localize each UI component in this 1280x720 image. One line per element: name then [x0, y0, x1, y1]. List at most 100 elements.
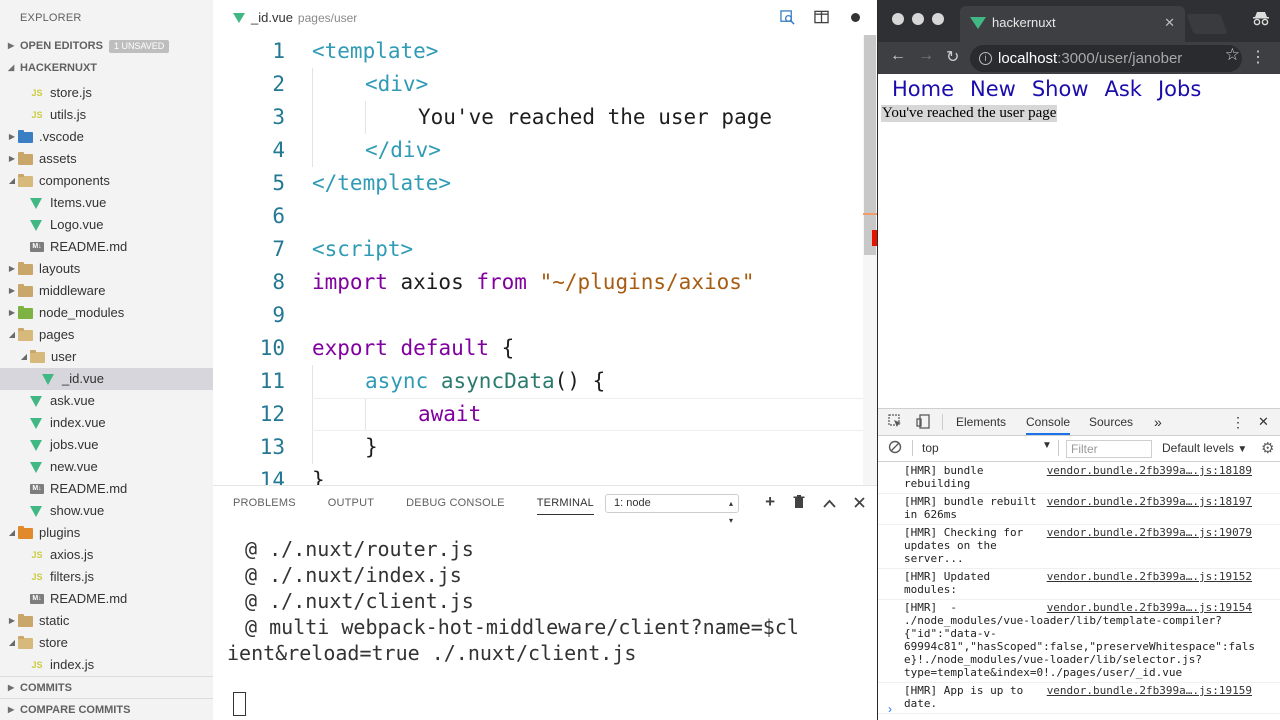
devtools-tab-sources[interactable]: Sources: [1089, 409, 1133, 435]
code-line[interactable]: 1 <template>: [213, 35, 863, 68]
forward-arrow-icon[interactable]: →: [918, 47, 934, 65]
tree-item[interactable]: M↓ README.md: [0, 588, 213, 610]
compare-commits-section[interactable]: ▶ COMPARE COMMITS: [0, 698, 213, 720]
tree-item[interactable]: M↓ README.md: [0, 236, 213, 258]
editor-scroll-thumb[interactable]: [864, 35, 876, 255]
terminal-output[interactable]: @ ./.nuxt/router.js @ ./.nuxt/index.js @…: [227, 536, 799, 666]
code-line[interactable]: 14}: [213, 464, 863, 485]
devtools-menu-icon[interactable]: ⋮: [1231, 409, 1245, 435]
maximize-panel-icon[interactable]: [823, 495, 836, 512]
code-line[interactable]: 11 async asyncData() {: [213, 365, 863, 398]
code-line[interactable]: 4 </div>: [213, 134, 863, 167]
open-preview-icon[interactable]: [779, 9, 795, 25]
bookmark-star-icon[interactable]: ☆: [1225, 45, 1240, 65]
new-terminal-icon[interactable]: +: [765, 493, 775, 512]
panel-tab-problems[interactable]: PROBLEMS: [233, 486, 296, 521]
code-line[interactable]: 9: [213, 299, 863, 332]
tree-item[interactable]: ▶ static: [0, 610, 213, 632]
close-devtools-icon[interactable]: ✕: [1258, 409, 1269, 435]
terminal-select[interactable]: 1: node ▴ ▾: [605, 494, 739, 525]
close-tab-icon[interactable]: ✕: [1164, 6, 1175, 40]
tree-item[interactable]: Logo.vue: [0, 214, 213, 236]
inspect-element-icon[interactable]: [888, 414, 902, 431]
tree-item[interactable]: ◢ components: [0, 170, 213, 192]
code-area[interactable]: 1 <template> 2 <div> 3 You've reached the use…: [213, 35, 877, 485]
clear-console-icon[interactable]: [888, 440, 902, 457]
commits-section[interactable]: ▶ COMMITS: [0, 676, 213, 699]
console-source-link[interactable]: vendor.bundle.2fb399a….js:18197: [1047, 495, 1252, 508]
nav-link-show[interactable]: Show: [1032, 77, 1089, 101]
devtools-tab-elements[interactable]: Elements: [956, 409, 1006, 435]
unsaved-dot-icon[interactable]: [847, 9, 863, 25]
tree-item[interactable]: index.vue: [0, 412, 213, 434]
tree-item[interactable]: ▶ .vscode: [0, 126, 213, 148]
more-menu-icon[interactable]: ⋮: [1250, 47, 1266, 67]
project-section[interactable]: ◢ HACKERNUXT: [0, 57, 213, 79]
close-panel-icon[interactable]: [854, 495, 865, 512]
tree-item[interactable]: ▶ layouts: [0, 258, 213, 280]
code-line[interactable]: 13}: [213, 431, 863, 464]
devtools-tab-console[interactable]: Console: [1026, 409, 1071, 435]
console-prompt-icon[interactable]: ›: [888, 702, 892, 716]
console-source-link[interactable]: vendor.bundle.2fb399a….js:19079: [1047, 526, 1252, 539]
code-line[interactable]: 8 import axios from "~/plugins/axios": [213, 266, 863, 299]
minimize-window-button[interactable]: [912, 13, 924, 25]
editor-tab[interactable]: _id.vue pages/user: [213, 0, 877, 35]
open-editors-section[interactable]: ▶ OPEN EDITORS 1 UNSAVED: [0, 35, 213, 57]
close-window-button[interactable]: [892, 13, 904, 25]
code-editor[interactable]: _id.vue pages/user 1 <template> 2 <div> 3 You…: [213, 0, 877, 485]
nav-link-new[interactable]: New: [970, 77, 1016, 101]
panel-tab-terminal[interactable]: TERMINAL: [536, 492, 594, 515]
console-source-link[interactable]: vendor.bundle.2fb399a….js:19154: [1047, 601, 1252, 614]
address-bar[interactable]: i localhost:3000/user/janober: [970, 45, 1242, 72]
console-source-link[interactable]: vendor.bundle.2fb399a….js:19152: [1047, 570, 1252, 583]
code-line[interactable]: 2 <div>: [213, 68, 863, 101]
tree-item[interactable]: show.vue: [0, 500, 213, 522]
tree-item[interactable]: _id.vue: [0, 368, 213, 390]
code-line[interactable]: 7 <script>: [213, 233, 863, 266]
nav-link-ask[interactable]: Ask: [1105, 77, 1142, 101]
more-tabs-icon[interactable]: »: [1154, 409, 1162, 435]
tree-item[interactable]: ◢ pages: [0, 324, 213, 346]
tree-item[interactable]: Items.vue: [0, 192, 213, 214]
tree-item[interactable]: ▶ middleware: [0, 280, 213, 302]
tree-item[interactable]: ▶ node_modules: [0, 302, 213, 324]
tree-item[interactable]: M↓ README.md: [0, 478, 213, 500]
trash-icon[interactable]: [793, 495, 805, 512]
panel-tab-output[interactable]: OUTPUT: [328, 486, 374, 521]
tree-item[interactable]: ◢ plugins: [0, 522, 213, 544]
tree-item[interactable]: ask.vue: [0, 390, 213, 412]
info-icon[interactable]: i: [979, 52, 992, 65]
code-line[interactable]: 12 await: [213, 398, 877, 431]
console-source-link[interactable]: vendor.bundle.2fb399a….js:18189: [1047, 464, 1252, 477]
tree-item[interactable]: JS utils.js: [0, 104, 213, 126]
code-line[interactable]: 6: [213, 200, 863, 233]
tree-item[interactable]: JS index.js: [0, 654, 213, 676]
context-select[interactable]: top: [922, 441, 939, 455]
tree-item[interactable]: ▶ assets: [0, 148, 213, 170]
editor-scrollbar[interactable]: [863, 35, 877, 485]
code-line[interactable]: 3 You've reached the user page: [213, 101, 863, 134]
reload-icon[interactable]: ↻: [946, 47, 959, 67]
log-levels-select[interactable]: Default levels ▼: [1162, 441, 1247, 455]
back-arrow-icon[interactable]: ←: [890, 47, 906, 65]
console-settings-gear-icon[interactable]: ⚙: [1261, 439, 1274, 457]
device-toolbar-icon[interactable]: [916, 414, 930, 432]
tree-item[interactable]: JS filters.js: [0, 566, 213, 588]
nav-link-home[interactable]: Home: [892, 77, 954, 101]
zoom-window-button[interactable]: [932, 13, 944, 25]
tree-item[interactable]: JS axios.js: [0, 544, 213, 566]
tree-item[interactable]: ◢ user: [0, 346, 213, 368]
tree-item[interactable]: new.vue: [0, 456, 213, 478]
console-filter-input[interactable]: Filter: [1066, 440, 1152, 458]
code-line[interactable]: 10 export default {: [213, 332, 863, 365]
code-line[interactable]: 5 </template>: [213, 167, 863, 200]
console-source-link[interactable]: vendor.bundle.2fb399a….js:19159: [1047, 684, 1252, 697]
browser-tab[interactable]: hackernuxt ✕: [960, 6, 1185, 42]
split-editor-icon[interactable]: [813, 9, 829, 25]
tree-item[interactable]: jobs.vue: [0, 434, 213, 456]
new-tab-button[interactable]: [1186, 14, 1228, 34]
panel-tab-debug-console[interactable]: DEBUG CONSOLE: [406, 486, 505, 521]
nav-link-jobs[interactable]: Jobs: [1158, 77, 1201, 101]
tree-item[interactable]: JS store.js: [0, 82, 213, 104]
